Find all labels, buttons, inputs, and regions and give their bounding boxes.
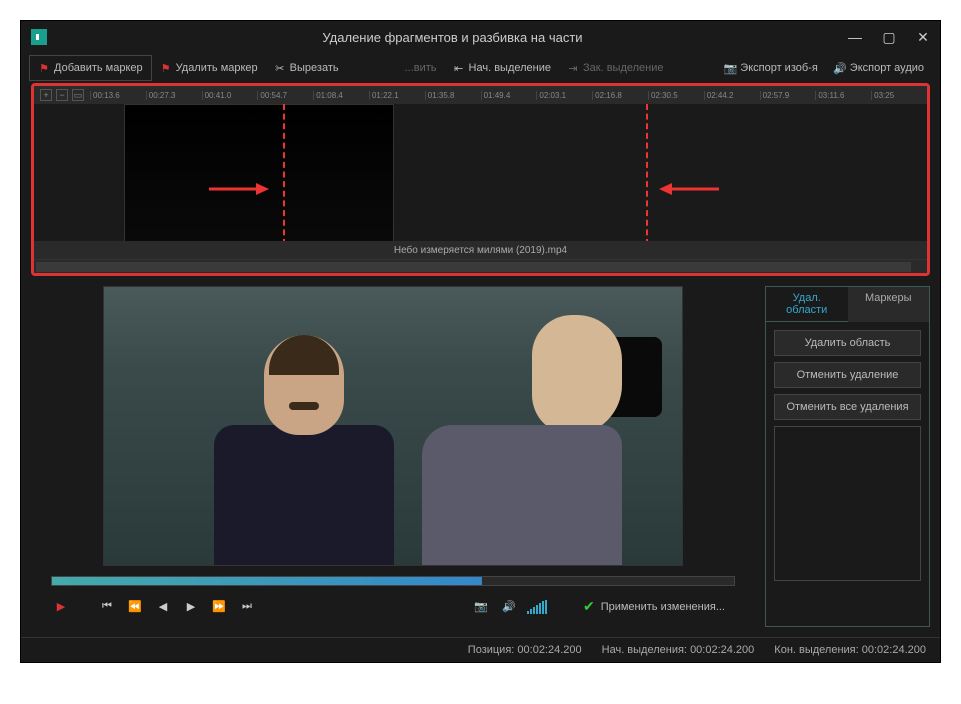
export-audio-button[interactable]: 🔊 Экспорт аудио xyxy=(826,55,932,81)
ruler-tick: 02:16.8 xyxy=(592,91,648,100)
ruler-tick: 03:25 xyxy=(871,91,927,100)
clip-filename: Небо измеряется милями (2019).mp4 xyxy=(34,241,927,259)
side-panel: Удал. области Маркеры Удалить область От… xyxy=(765,286,930,627)
timeline-scrollbar[interactable] xyxy=(34,259,927,273)
step-back-button[interactable]: ◀ xyxy=(153,599,173,615)
flag-icon: ⚑ xyxy=(160,62,172,74)
video-preview xyxy=(103,286,683,566)
side-tabs: Удал. области Маркеры xyxy=(766,287,929,322)
zoom-in-button[interactable]: + xyxy=(40,89,52,101)
snapshot-button[interactable]: 📷 xyxy=(471,599,491,615)
restore-button[interactable]: ...вить xyxy=(397,55,445,81)
ruler-tick: 02:03.1 xyxy=(536,91,592,100)
audio-icon: 🔊 xyxy=(834,62,846,74)
sel-start-label: Нач. выделение xyxy=(469,62,551,74)
ruler-tick: 02:44.2 xyxy=(704,91,760,100)
toolbar: ⚑ Добавить маркер ⚑ Удалить маркер ✂ Выр… xyxy=(21,53,940,83)
fast-fwd-button[interactable]: ⏩ xyxy=(209,599,229,615)
cut-label: Вырезать xyxy=(290,62,339,74)
delete-marker-button[interactable]: ⚑ Удалить маркер xyxy=(152,55,266,81)
cut-button[interactable]: ✂ Вырезать xyxy=(266,55,347,81)
sel-end-label: Зак. выделение xyxy=(583,62,663,74)
position-value: 00:02:24.200 xyxy=(517,644,581,656)
zoom-out-button[interactable]: − xyxy=(56,89,68,101)
restore-label: ...вить xyxy=(405,62,437,74)
sel-start-label: Нач. выделения: xyxy=(602,644,687,656)
ruler-tick: 01:08.4 xyxy=(313,91,369,100)
lower-area: ▶ ⏮ ⏪ ◀ ▶ ⏩ ⏭ 📷 🔊 ✔ Применить изменения.… xyxy=(21,276,940,637)
sel-end-icon: ⇥ xyxy=(567,62,579,74)
ruler-tick: 01:49.4 xyxy=(481,91,537,100)
close-button[interactable]: ✕ xyxy=(916,30,930,44)
app-window: Удаление фрагментов и разбивка на части … xyxy=(20,20,941,663)
deleted-areas-list[interactable] xyxy=(774,426,921,581)
sel-start-button[interactable]: ⇤ Нач. выделение xyxy=(445,55,559,81)
delete-marker-label: Удалить маркер xyxy=(176,62,258,74)
timeline-zoom: + − ▭ xyxy=(34,89,90,101)
window-title: Удаление фрагментов и разбивка на части xyxy=(57,30,848,45)
annotation-arrow-right xyxy=(204,179,274,199)
titlebar: Удаление фрагментов и разбивка на части … xyxy=(21,21,940,53)
flag-icon: ⚑ xyxy=(38,62,50,74)
video-clip[interactable] xyxy=(124,104,394,249)
timeline[interactable]: + − ▭ 00:13.600:27.300:41.000:54.701:08.… xyxy=(31,83,930,276)
ruler-tick: 02:57.9 xyxy=(760,91,816,100)
rewind-button[interactable]: ⏪ xyxy=(125,599,145,615)
volume-button[interactable]: 🔊 xyxy=(499,599,519,615)
sel-start-icon: ⇤ xyxy=(453,62,465,74)
export-audio-label: Экспорт аудио xyxy=(850,62,924,74)
sel-end-label: Кон. выделения: xyxy=(774,644,858,656)
ruler-tick: 00:27.3 xyxy=(146,91,202,100)
ruler-tick: 03:11.6 xyxy=(815,91,871,100)
annotation-arrow-left xyxy=(654,179,724,199)
ruler-tick: 00:54.7 xyxy=(257,91,313,100)
sel-end-value: 00:02:24.200 xyxy=(862,644,926,656)
window-controls: — ▢ ✕ xyxy=(848,30,930,44)
status-bar: Позиция: 00:02:24.200 Нач. выделения: 00… xyxy=(21,637,940,662)
scissors-icon: ✂ xyxy=(274,62,286,74)
sel-start-value: 00:02:24.200 xyxy=(690,644,754,656)
timeline-track[interactable]: Небо измеряется милями (2019).mp4 xyxy=(34,104,927,259)
progress-bar[interactable] xyxy=(51,576,735,586)
ruler-tick: 01:22.1 xyxy=(369,91,425,100)
undo-delete-button[interactable]: Отменить удаление xyxy=(774,362,921,388)
ruler-tick: 01:35.8 xyxy=(425,91,481,100)
camera-icon: 📷 xyxy=(724,62,736,74)
app-icon xyxy=(31,29,47,45)
sel-end-button[interactable]: ⇥ Зак. выделение xyxy=(559,55,671,81)
tab-delete-areas[interactable]: Удал. области xyxy=(766,287,848,322)
add-marker-button[interactable]: ⚑ Добавить маркер xyxy=(29,55,152,81)
maximize-button[interactable]: ▢ xyxy=(882,30,896,44)
add-marker-label: Добавить маркер xyxy=(54,62,143,74)
step-fwd-button[interactable]: ▶ xyxy=(181,599,201,615)
check-icon: ✔ xyxy=(583,598,595,615)
ruler-tick: 00:13.6 xyxy=(90,91,146,100)
position-label: Позиция: xyxy=(468,644,515,656)
playhead-marker[interactable] xyxy=(283,104,285,245)
ruler-tick: 02:30.5 xyxy=(648,91,704,100)
zoom-fit-button[interactable]: ▭ xyxy=(72,89,84,101)
volume-level[interactable] xyxy=(527,600,547,614)
apply-label: Применить изменения... xyxy=(601,601,725,613)
play-button[interactable]: ▶ xyxy=(51,599,71,615)
undo-all-button[interactable]: Отменить все удаления xyxy=(774,394,921,420)
export-image-button[interactable]: 📷 Экспорт изоб-я xyxy=(716,55,826,81)
delete-area-button[interactable]: Удалить область xyxy=(774,330,921,356)
minimize-button[interactable]: — xyxy=(848,30,862,44)
tab-markers[interactable]: Маркеры xyxy=(848,287,930,322)
ruler-tick: 00:41.0 xyxy=(202,91,258,100)
playback-controls: ▶ ⏮ ⏪ ◀ ▶ ⏩ ⏭ 📷 🔊 ✔ Применить изменения.… xyxy=(31,586,755,627)
skip-start-button[interactable]: ⏮ xyxy=(97,599,117,615)
export-image-label: Экспорт изоб-я xyxy=(740,62,818,74)
playhead-marker[interactable] xyxy=(646,104,648,245)
apply-changes-button[interactable]: ✔ Применить изменения... xyxy=(573,594,735,619)
skip-end-button[interactable]: ⏭ xyxy=(237,599,257,615)
timeline-ruler[interactable]: + − ▭ 00:13.600:27.300:41.000:54.701:08.… xyxy=(34,86,927,104)
